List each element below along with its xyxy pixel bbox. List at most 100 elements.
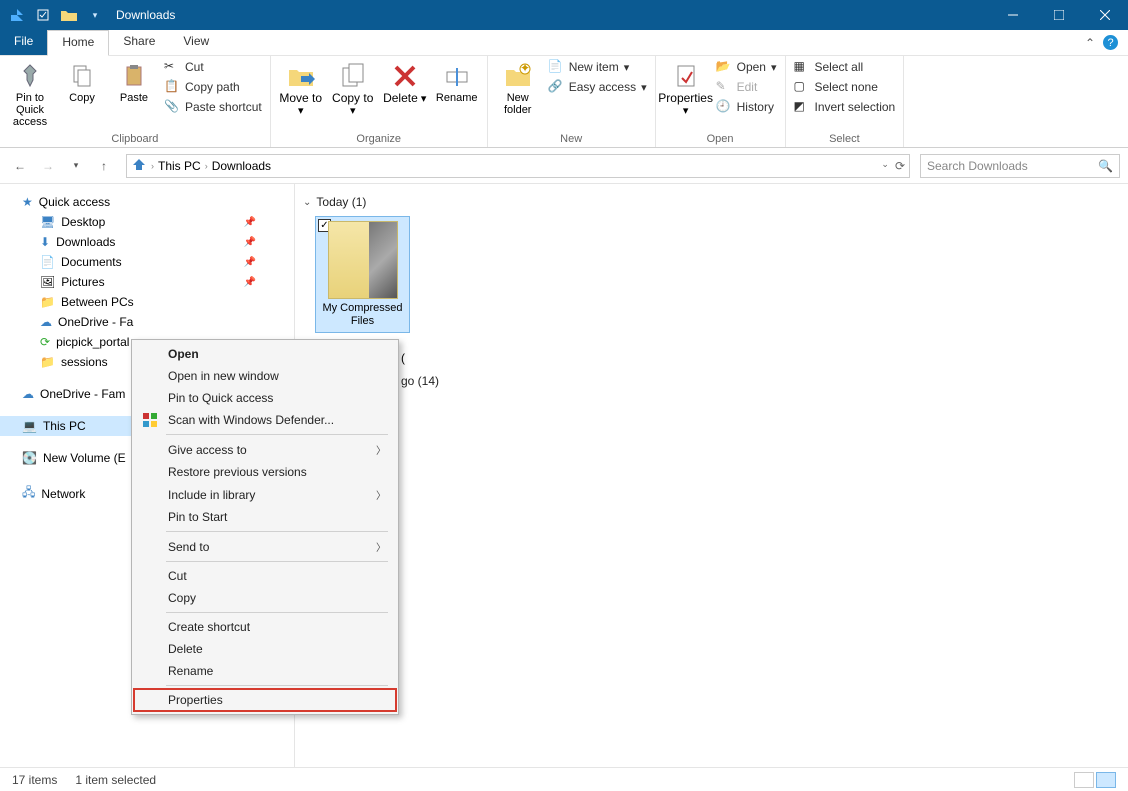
nav-betweenpcs[interactable]: 📁Between PCs	[0, 292, 294, 312]
ctx-cut[interactable]: Cut	[134, 565, 396, 587]
open-button[interactable]: 📂Open ▾	[714, 58, 779, 76]
invertselection-button[interactable]: ◩Invert selection	[792, 98, 898, 116]
maximize-button[interactable]	[1036, 0, 1082, 30]
view-details-button[interactable]	[1074, 772, 1094, 788]
ctx-include-library[interactable]: Include in library〉	[134, 483, 396, 506]
open-icon: 📂	[716, 59, 732, 75]
history-button[interactable]: 🕘History	[714, 98, 779, 116]
tab-home[interactable]: Home	[47, 30, 109, 56]
file-name: My Compressed Files	[320, 302, 405, 328]
group-week[interactable]: go (14)	[401, 371, 1120, 391]
ctx-restore[interactable]: Restore previous versions	[134, 461, 396, 483]
ctx-delete[interactable]: Delete	[134, 638, 396, 660]
ctx-defender[interactable]: Scan with Windows Defender...	[134, 409, 396, 431]
ctx-rename[interactable]: Rename	[134, 660, 396, 682]
pin-icon: 📌	[244, 277, 256, 288]
up-button[interactable]: ↑	[92, 154, 116, 178]
selectall-button[interactable]: ▦Select all	[792, 58, 898, 76]
newfolder-button[interactable]: ✦New folder	[494, 58, 542, 116]
back-button[interactable]: ←	[8, 154, 32, 178]
chevron-right-icon[interactable]: ›	[151, 161, 154, 171]
ctx-open-new-window[interactable]: Open in new window	[134, 365, 396, 387]
newitem-button[interactable]: 📄New item ▾	[546, 58, 649, 76]
star-icon: ★	[22, 195, 33, 209]
ctx-copy[interactable]: Copy	[134, 587, 396, 609]
submenu-arrow-icon: 〉	[376, 442, 386, 457]
history-icon: 🕘	[716, 99, 732, 115]
tab-share[interactable]: Share	[109, 30, 169, 55]
help-icon[interactable]: ?	[1103, 35, 1118, 50]
copyto-button[interactable]: Copy to ▾	[329, 58, 377, 117]
delete-button[interactable]: Delete ▾	[381, 58, 429, 105]
group-today[interactable]: ⌄Today (1)	[303, 192, 1120, 212]
context-menu: Open Open in new window Pin to Quick acc…	[131, 339, 399, 715]
forward-button[interactable]: →	[36, 154, 60, 178]
qat-props-icon[interactable]	[32, 4, 54, 26]
search-icon[interactable]: 🔍	[1098, 159, 1113, 173]
paste-label: Paste	[120, 92, 148, 104]
folder-thumbnail	[328, 221, 398, 299]
copy-button[interactable]: Copy	[58, 58, 106, 104]
ctx-pin-quickaccess[interactable]: Pin to Quick access	[134, 387, 396, 409]
tab-view[interactable]: View	[169, 30, 223, 55]
separator	[166, 434, 388, 435]
status-selected-count: 1 item selected	[75, 773, 156, 787]
easyaccess-icon: 🔗	[548, 79, 564, 95]
ribbon-collapse-icon[interactable]: ⌃	[1085, 36, 1095, 50]
ctx-give-access[interactable]: Give access to〉	[134, 438, 396, 461]
ribbon-group-organize: Move to ▾ Copy to ▾ Delete ▾ Rename Orga…	[271, 56, 488, 147]
ribbon-group-select: ▦Select all ▢Select none ◩Invert selecti…	[786, 56, 905, 147]
moveto-button[interactable]: Move to ▾	[277, 58, 325, 117]
close-button[interactable]	[1082, 0, 1128, 30]
breadcrumb-downloads[interactable]: Downloads	[212, 159, 271, 173]
chevron-right-icon[interactable]: ›	[205, 161, 208, 171]
tab-file[interactable]: File	[0, 30, 47, 55]
pasteshortcut-icon: 📎	[164, 99, 180, 115]
ctx-sendto[interactable]: Send to〉	[134, 535, 396, 558]
properties-button[interactable]: Properties ▾	[662, 58, 710, 117]
address-bar[interactable]: › This PC › Downloads ⌄ ⟳	[126, 154, 910, 178]
easyaccess-button[interactable]: 🔗Easy access ▾	[546, 78, 649, 96]
ctx-pin-start[interactable]: Pin to Start	[134, 506, 396, 528]
qat-dropdown-icon[interactable]: ▾	[84, 4, 106, 26]
search-box[interactable]: Search Downloads 🔍	[920, 154, 1120, 178]
pin-quickaccess-button[interactable]: Pin to Quick access	[6, 58, 54, 128]
file-item[interactable]: ✓ My Compressed Files	[315, 216, 410, 333]
qat-folder-icon[interactable]	[58, 4, 80, 26]
pasteshortcut-button[interactable]: 📎Paste shortcut	[162, 98, 264, 116]
ctx-create-shortcut[interactable]: Create shortcut	[134, 616, 396, 638]
nav-documents[interactable]: 📄Documents📌	[0, 252, 294, 272]
status-bar: 17 items 1 item selected	[0, 767, 1128, 791]
partial-text: (	[401, 351, 405, 365]
nav-pictures[interactable]: 🖼Pictures📌	[0, 272, 294, 292]
window-title: Downloads	[116, 8, 175, 22]
nav-desktop[interactable]: 🖥Desktop📌	[0, 212, 294, 232]
ctx-properties[interactable]: Properties	[134, 689, 396, 711]
folder-icon: 📁	[40, 295, 55, 309]
edit-button[interactable]: ✎Edit	[714, 78, 779, 96]
cut-button[interactable]: ✂Cut	[162, 58, 264, 76]
nav-quickaccess[interactable]: ★Quick access	[0, 192, 294, 212]
documents-icon: 📄	[40, 255, 55, 269]
ribbon-group-open-label: Open	[662, 131, 779, 147]
selectnone-button[interactable]: ▢Select none	[792, 78, 898, 96]
separator	[166, 561, 388, 562]
separator	[166, 531, 388, 532]
refresh-button[interactable]: ⟳	[895, 159, 905, 173]
paste-button[interactable]: Paste	[110, 58, 158, 104]
address-dropdown-icon[interactable]: ⌄	[881, 159, 889, 173]
nav-onedrive1[interactable]: ☁OneDrive - Fa	[0, 312, 294, 332]
nav-downloads[interactable]: ⬇Downloads📌	[0, 232, 294, 252]
view-large-icons-button[interactable]	[1096, 772, 1116, 788]
ctx-open[interactable]: Open	[134, 343, 396, 365]
rename-button[interactable]: Rename	[433, 58, 481, 104]
file-list[interactable]: ⌄Today (1) ✓ My Compressed Files ( go (1…	[295, 184, 1128, 767]
copypath-button[interactable]: 📋Copy path	[162, 78, 264, 96]
minimize-button[interactable]	[990, 0, 1036, 30]
submenu-arrow-icon: 〉	[376, 539, 386, 554]
chevron-down-icon: ⌄	[303, 197, 311, 208]
breadcrumb-thispc[interactable]: This PC	[158, 159, 201, 173]
nav-bar: ← → ▾ ↑ › This PC › Downloads ⌄ ⟳ Search…	[0, 148, 1128, 184]
recent-dropdown[interactable]: ▾	[64, 154, 88, 178]
app-menu-icon[interactable]	[6, 4, 28, 26]
